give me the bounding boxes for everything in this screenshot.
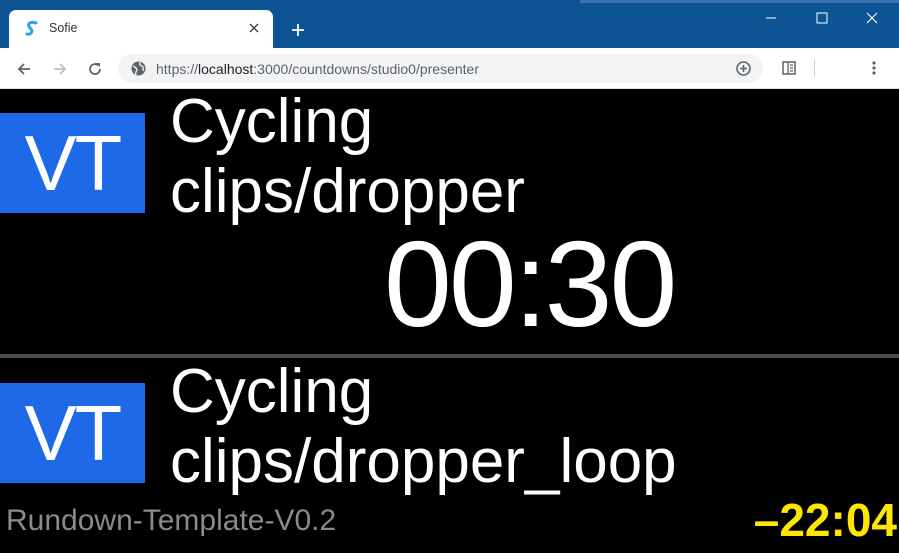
titlebar-accent [580,0,899,3]
url-path: :3000/countdowns/studio0/presenter [253,61,480,77]
section-divider [0,354,899,358]
presenter-screen: VT Cycling clips/dropper 00:30 VT Cyclin… [0,89,899,553]
url-scheme: https:// [156,61,199,77]
kebab-menu-icon[interactable] [864,58,884,78]
over-under-timer: –22:04 [753,494,897,546]
browser-titlebar: Sofie [0,0,899,48]
address-bar[interactable]: https://localhost:3000/countdowns/studio… [118,54,763,83]
browser-toolbar: https://localhost:3000/countdowns/studio… [0,48,899,89]
plus-icon[interactable] [287,19,309,41]
next-part-title-line1: Cycling [170,357,374,426]
tab-title: Sofie [49,21,78,35]
next-part-type-badge: VT [0,383,145,483]
arrow-left-icon[interactable] [11,56,37,82]
close-icon[interactable] [245,19,263,37]
reader-mode-icon[interactable] [779,58,799,78]
arrow-right-icon[interactable] [47,56,73,82]
url-host: localhost [198,61,254,77]
minimize-icon[interactable] [751,5,791,31]
current-part-type-badge: VT [0,113,145,213]
rundown-name: Rundown-Template-V0.2 [6,504,337,537]
reload-icon[interactable] [82,56,108,82]
toolbar-separator [814,59,815,77]
next-part-type-label: VT [24,389,123,477]
sofie-logo-icon [23,20,41,38]
close-window-icon[interactable] [852,5,892,31]
current-part-title-line1: Cycling [170,89,374,156]
part-countdown-timer: 00:30 [384,216,677,352]
url-text[interactable]: https://localhost:3000/countdowns/studio… [156,61,479,77]
current-part-type-label: VT [24,119,123,207]
next-part-title-line2: clips/dropper_loop [170,427,677,496]
maximize-icon[interactable] [802,5,842,31]
globe-icon[interactable] [130,60,147,77]
zoom-in-icon[interactable] [734,59,753,78]
browser-tab[interactable]: Sofie [9,10,273,48]
